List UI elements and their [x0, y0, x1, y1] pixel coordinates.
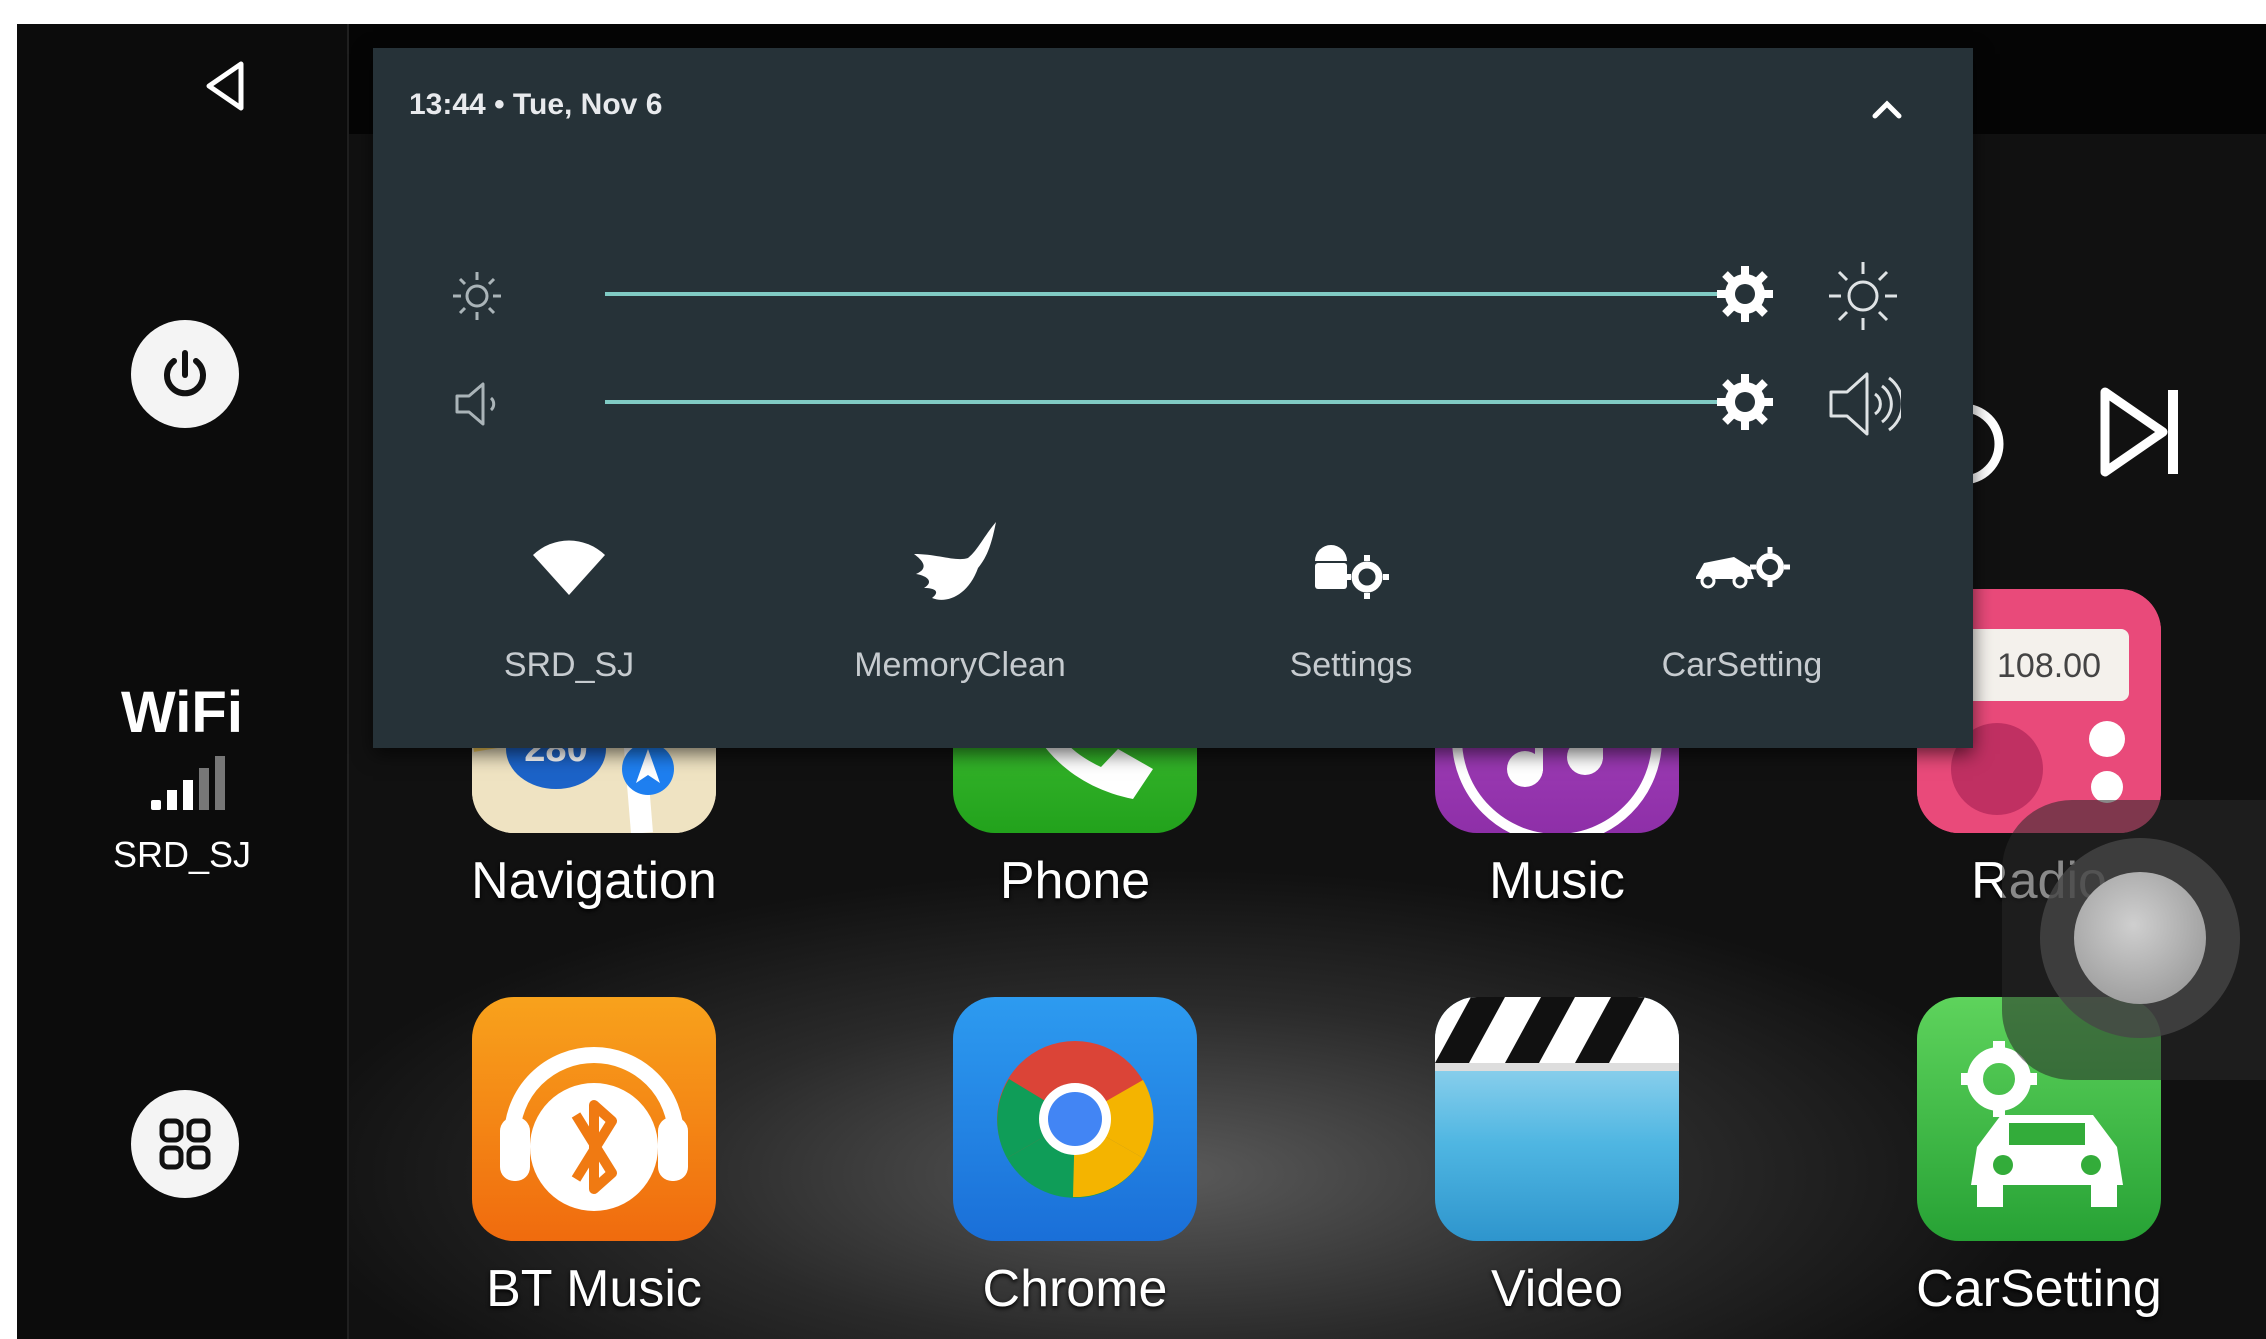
back-icon[interactable]	[195, 54, 259, 118]
wifi-icon	[533, 540, 605, 595]
settings-icon	[1315, 545, 1389, 599]
app-label: Video	[1490, 1260, 1624, 1318]
volume-row	[373, 362, 1973, 442]
floating-assistive-button[interactable]	[2002, 800, 2266, 1080]
home-screen: WiFi SRD_SJ 280 Navigation Phone Music 1…	[17, 24, 2266, 1339]
apps-button[interactable]	[131, 1090, 239, 1198]
tile-car-setting[interactable]: CarSetting	[1592, 518, 1892, 685]
power-button[interactable]	[131, 320, 239, 428]
apps-grid-icon	[159, 1118, 211, 1170]
app-label: CarSetting	[1916, 1260, 2162, 1318]
brightness-slider-thumb[interactable]	[1715, 264, 1775, 324]
app-chrome[interactable]: Chrome	[855, 997, 1295, 1319]
car-setting-icon	[1696, 547, 1790, 589]
brightness-low-icon	[453, 272, 501, 320]
app-bt-music[interactable]: BT Music	[374, 997, 814, 1319]
power-icon	[164, 350, 206, 397]
chrome-icon	[953, 997, 1197, 1241]
status-datetime: 13:44 • Tue, Nov 6	[409, 88, 663, 121]
tile-label: CarSetting	[1661, 646, 1823, 684]
quick-settings-panel: 13:44 • Tue, Nov 6 SRD_SJ MemoryClean Se…	[373, 48, 1973, 748]
skip-next-icon[interactable]	[2097, 384, 2183, 480]
volume-low-icon	[455, 382, 496, 426]
tile-memory-clean[interactable]: MemoryClean	[810, 518, 1110, 685]
tile-wifi[interactable]: SRD_SJ	[419, 518, 719, 685]
video-icon	[1435, 997, 1679, 1241]
collapse-chevron-icon[interactable]	[1869, 94, 1905, 124]
app-label: Phone	[999, 852, 1151, 910]
radio-frequency: 108.00	[1997, 647, 2101, 685]
floating-button-knob	[2074, 872, 2206, 1004]
brightness-slider[interactable]	[605, 292, 1745, 296]
tile-label: Settings	[1289, 646, 1413, 684]
signal-bars-icon	[151, 756, 225, 810]
tile-label: MemoryClean	[854, 646, 1066, 684]
volume-slider[interactable]	[605, 400, 1745, 404]
app-label: Music	[1489, 852, 1625, 910]
wifi-title: WiFi	[121, 680, 243, 745]
brightness-high-icon	[1829, 262, 1897, 330]
tile-settings[interactable]: Settings	[1201, 518, 1501, 685]
volume-high-icon	[1829, 372, 1901, 436]
brightness-row	[373, 254, 1973, 334]
bt-music-icon	[472, 997, 716, 1241]
volume-slider-thumb[interactable]	[1715, 372, 1775, 432]
sidebar: WiFi SRD_SJ	[17, 24, 349, 1339]
memory-clean-icon	[914, 522, 996, 600]
app-label: Navigation	[471, 852, 717, 910]
app-video[interactable]: Video	[1337, 997, 1777, 1319]
app-label: Chrome	[982, 1260, 1168, 1318]
app-label: BT Music	[486, 1260, 702, 1318]
tile-label: SRD_SJ	[503, 646, 635, 684]
wifi-network-name: SRD_SJ	[112, 834, 252, 875]
